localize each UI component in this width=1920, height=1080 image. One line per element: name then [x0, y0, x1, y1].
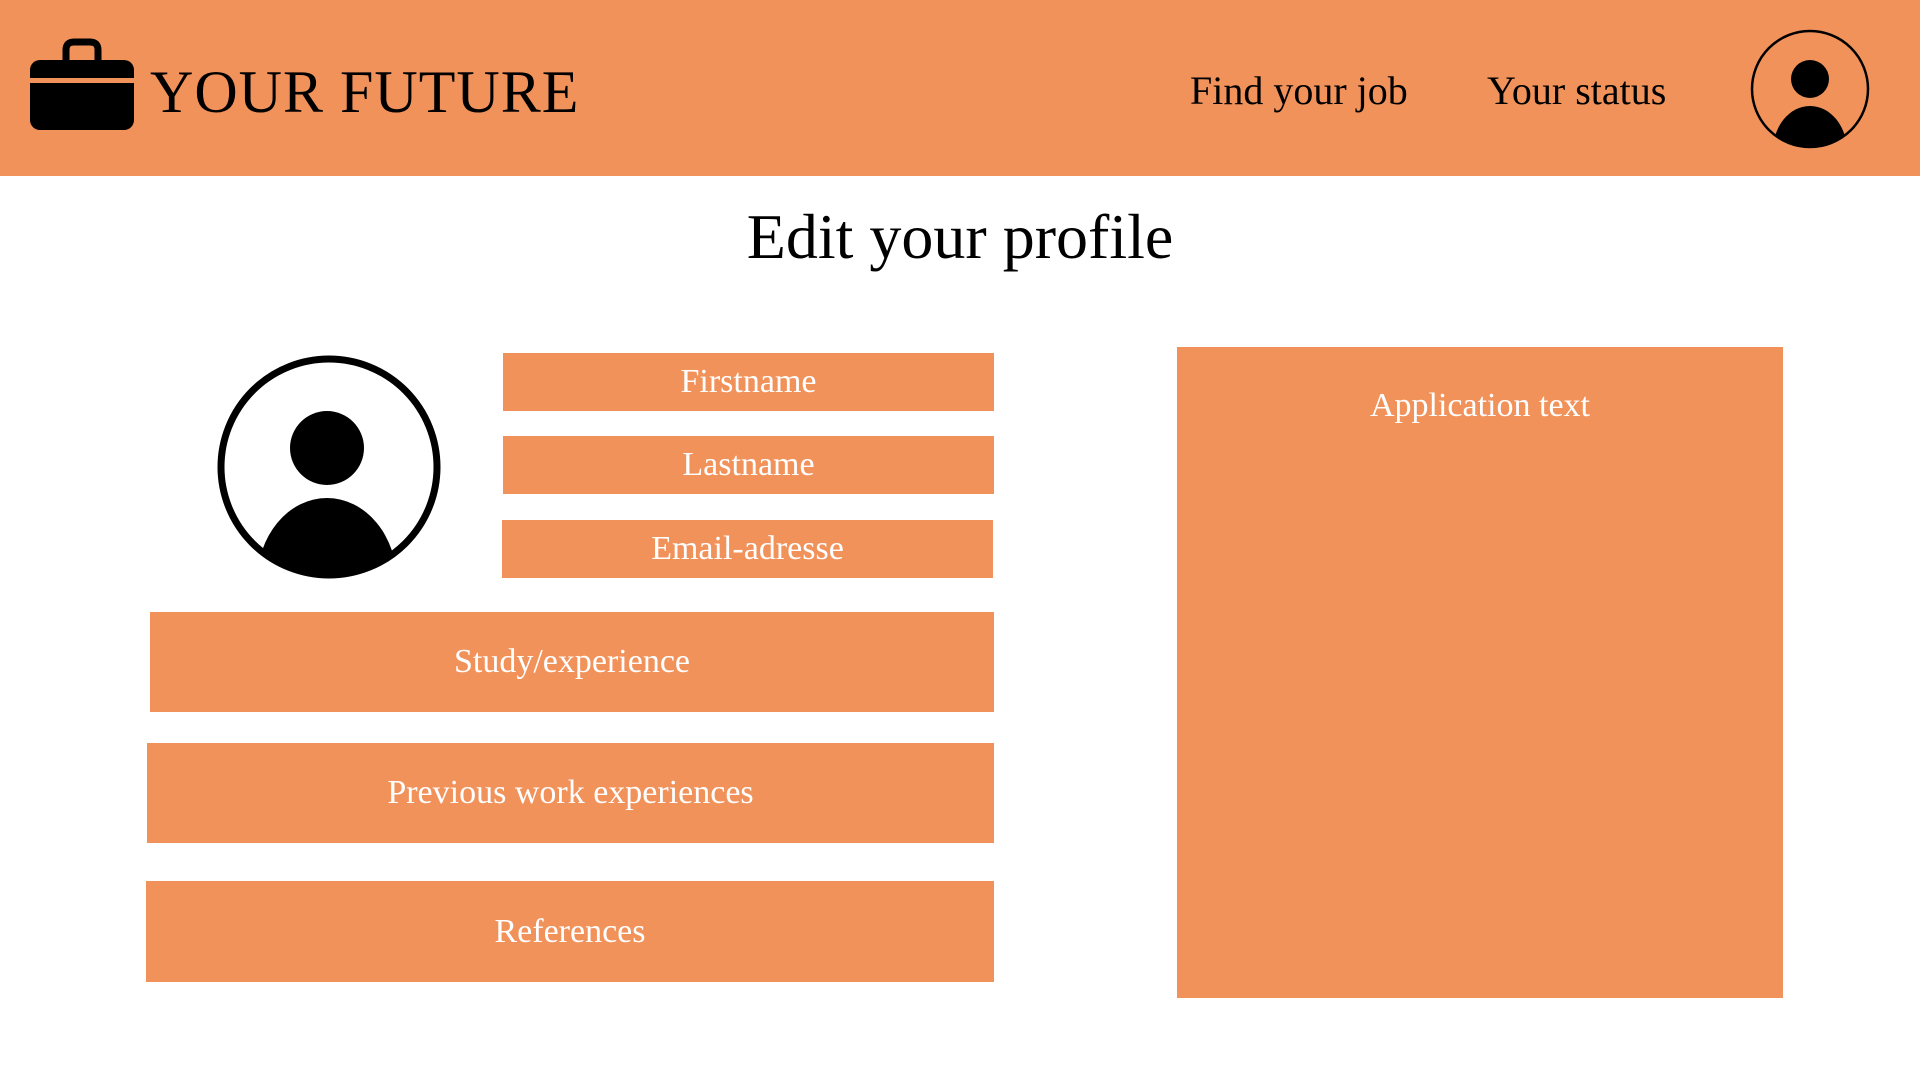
user-avatar-icon[interactable]: [1750, 29, 1870, 149]
firstname-field[interactable]: Firstname: [503, 353, 994, 411]
brand-name[interactable]: YOUR FUTURE: [150, 58, 579, 126]
nav-your-status[interactable]: Your status: [1487, 68, 1666, 114]
briefcase-icon: [30, 38, 134, 130]
previous-work-field[interactable]: Previous work experiences: [147, 743, 994, 843]
profile-avatar-icon[interactable]: [216, 354, 442, 580]
application-text-label: Application text: [1369, 387, 1590, 424]
email-field[interactable]: Email-adresse: [502, 520, 993, 578]
nav-find-your-job[interactable]: Find your job: [1190, 68, 1408, 114]
application-text-area[interactable]: Application text: [1177, 347, 1783, 998]
references-field[interactable]: References: [146, 881, 994, 982]
study-experience-field[interactable]: Study/experience: [150, 612, 994, 712]
lastname-field[interactable]: Lastname: [503, 436, 994, 494]
top-bar: YOUR FUTURE Find your job Your status: [0, 0, 1920, 176]
page-title: Edit your profile: [746, 201, 1174, 272]
